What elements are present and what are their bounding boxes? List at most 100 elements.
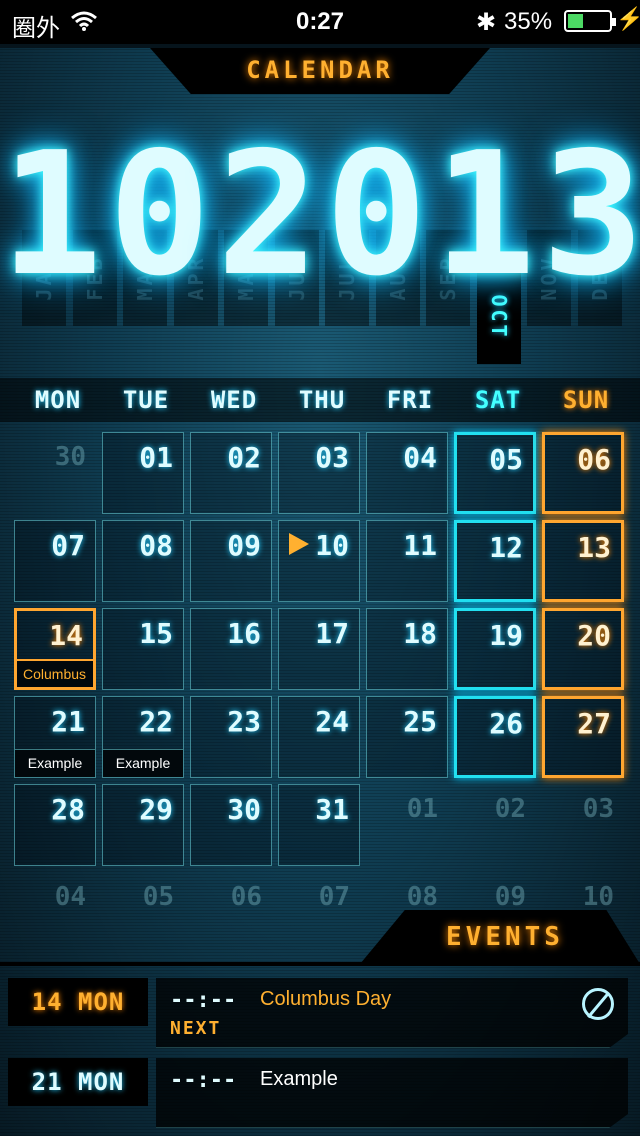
next-month-day: 07 — [318, 882, 350, 912]
day-number: 25 — [403, 705, 437, 738]
day-number: 24 — [315, 705, 349, 738]
next-month-day: 02 — [494, 794, 526, 824]
day-number: 03 — [315, 441, 349, 474]
block-icon[interactable] — [582, 988, 614, 1020]
day-cell-09[interactable]: 09 — [190, 520, 272, 602]
day-number: 11 — [403, 529, 437, 562]
day-cell-16[interactable]: 16 — [190, 608, 272, 690]
day-number: 30 — [227, 793, 261, 826]
next-month-day: 04 — [54, 882, 86, 912]
day-cell-18[interactable]: 18 — [366, 608, 448, 690]
day-cell-01[interactable]: 01 — [102, 432, 184, 514]
day-event-label: Columbus — [17, 659, 93, 687]
day-cell-20[interactable]: 20 — [542, 608, 624, 690]
day-number: 31 — [315, 793, 349, 826]
day-cell-12[interactable]: 12 — [454, 520, 536, 602]
day-number: 27 — [577, 707, 611, 740]
big-month: 10 — [0, 116, 217, 314]
day-number: 17 — [315, 617, 349, 650]
day-cell-05[interactable]: 05 — [454, 432, 536, 514]
next-month-day: 01 — [406, 794, 438, 824]
day-number: 09 — [227, 529, 261, 562]
day-event-label: Example — [15, 749, 95, 777]
big-year: 2013 — [216, 116, 640, 314]
weekday-bar: MON TUE WED THU FRI SAT SUN — [0, 378, 640, 422]
bluetooth-icon: ✱ — [476, 9, 497, 36]
day-cell-23[interactable]: 23 — [190, 696, 272, 778]
day-number: 13 — [577, 531, 611, 564]
weekday-sat: SAT — [474, 386, 522, 414]
day-cell-19[interactable]: 19 — [454, 608, 536, 690]
weekday-fri: FRI — [386, 386, 434, 414]
event-name: Example — [260, 1068, 338, 1090]
day-number: 04 — [403, 441, 437, 474]
day-event-label: Example — [103, 749, 183, 777]
day-number: 02 — [227, 441, 261, 474]
day-cell-15[interactable]: 15 — [102, 608, 184, 690]
day-number: 22 — [139, 705, 173, 738]
events-title: EVENTS — [446, 922, 564, 952]
weekday-wed: WED — [210, 386, 258, 414]
day-number: 06 — [577, 443, 611, 476]
weekday-mon: MON — [34, 386, 82, 414]
day-number: 29 — [139, 793, 173, 826]
next-month-day: 06 — [230, 882, 262, 912]
day-cell-03[interactable]: 03 — [278, 432, 360, 514]
weekday-thu: THU — [298, 386, 346, 414]
day-cell-17[interactable]: 17 — [278, 608, 360, 690]
divider — [0, 962, 640, 966]
event-name: Columbus Day — [260, 988, 392, 1010]
weekday-sun: SUN — [562, 386, 610, 414]
day-cell-28[interactable]: 28 — [14, 784, 96, 866]
day-number: 18 — [403, 617, 437, 650]
day-number: 21 — [51, 705, 85, 738]
big-date: 102013 — [0, 130, 640, 300]
day-cell-07[interactable]: 07 — [14, 520, 96, 602]
day-number: 10 — [315, 529, 349, 562]
day-number: 07 — [51, 529, 85, 562]
prev-month-day: 30 — [54, 442, 86, 472]
event-date[interactable]: 14 MON — [8, 978, 148, 1026]
day-cell-22[interactable]: 22 Example — [102, 696, 184, 778]
day-number: 23 — [227, 705, 261, 738]
day-number: 19 — [489, 619, 523, 652]
battery-percent: 35% — [504, 8, 553, 35]
day-number: 28 — [51, 793, 85, 826]
day-cell-30[interactable]: 30 — [190, 784, 272, 866]
event-time: --:-- — [170, 1068, 237, 1093]
day-cell-25[interactable]: 25 — [366, 696, 448, 778]
day-cell-04[interactable]: 04 — [366, 432, 448, 514]
battery-icon — [564, 10, 616, 32]
weekday-tue: TUE — [122, 386, 170, 414]
day-cell-14[interactable]: 14 Columbus — [14, 608, 96, 690]
day-number: 12 — [489, 531, 523, 564]
event-card[interactable]: --:-- Example — [156, 1058, 628, 1128]
day-cell-06[interactable]: 06 — [542, 432, 624, 514]
next-month-day: 03 — [582, 794, 614, 824]
event-card[interactable]: --:-- Columbus Day NEXT — [156, 978, 628, 1048]
status-bar: 圈外 0:27 ✱ 35% ⚡ — [0, 0, 640, 44]
day-cell-31[interactable]: 31 — [278, 784, 360, 866]
day-cell-27[interactable]: 27 — [542, 696, 624, 778]
charging-bolt-icon: ⚡ — [616, 6, 640, 31]
day-number: 20 — [577, 619, 611, 652]
today-arrow-icon — [289, 533, 309, 555]
day-number: 01 — [139, 441, 173, 474]
day-cell-11[interactable]: 11 — [366, 520, 448, 602]
day-cell-10[interactable]: 10 — [278, 520, 360, 602]
day-number: 14 — [49, 619, 83, 652]
day-number: 26 — [489, 707, 523, 740]
event-date[interactable]: 21 MON — [8, 1058, 148, 1106]
page-title: CALENDAR — [246, 56, 394, 84]
event-next-tag: NEXT — [170, 1018, 222, 1039]
day-cell-24[interactable]: 24 — [278, 696, 360, 778]
day-cell-13[interactable]: 13 — [542, 520, 624, 602]
day-cell-29[interactable]: 29 — [102, 784, 184, 866]
day-number: 08 — [139, 529, 173, 562]
day-cell-21[interactable]: 21 Example — [14, 696, 96, 778]
day-cell-02[interactable]: 02 — [190, 432, 272, 514]
day-cell-26[interactable]: 26 — [454, 696, 536, 778]
day-cell-08[interactable]: 08 — [102, 520, 184, 602]
day-number: 16 — [227, 617, 261, 650]
day-number: 05 — [489, 443, 523, 476]
